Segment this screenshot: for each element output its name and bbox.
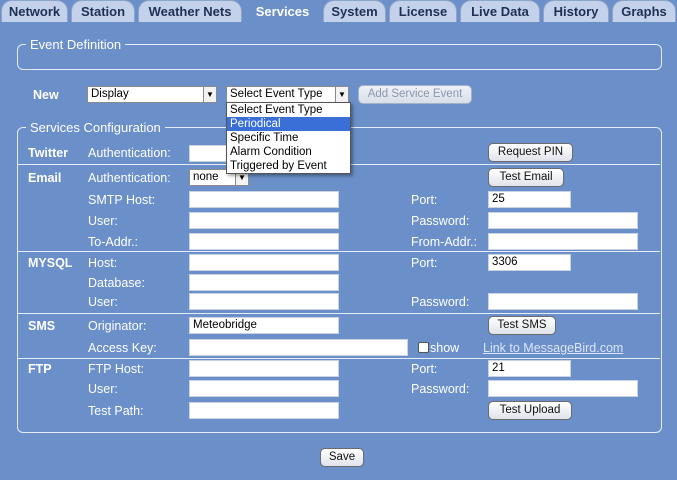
email-port-input[interactable]: 25 <box>488 191 571 208</box>
smtp-host-label: SMTP Host: <box>88 193 156 207</box>
event-type-dropdown-list: Select Event Type Periodical Specific Ti… <box>226 102 351 174</box>
ftp-host-label: FTP Host: <box>88 362 145 376</box>
add-service-event-button[interactable]: Add Service Event <box>358 85 472 104</box>
mysql-password-input[interactable] <box>488 293 638 310</box>
access-key-input[interactable] <box>189 339 408 356</box>
ftp-section-title: FTP <box>28 362 52 376</box>
mysql-password-label: Password: <box>411 295 470 309</box>
mysql-port-input[interactable]: 3306 <box>488 254 571 271</box>
mysql-port-label: Port: <box>411 256 438 270</box>
ftp-port-label: Port: <box>411 362 438 376</box>
event-type-select[interactable]: Select Event Type ▼ <box>226 86 349 103</box>
tab-graphs[interactable]: Graphs <box>612 0 676 22</box>
originator-input[interactable]: Meteobridge <box>189 317 339 334</box>
ftp-password-label: Password: <box>411 382 470 396</box>
event-type-select-value: Select Event Type <box>230 88 323 100</box>
mysql-host-input[interactable] <box>189 254 339 271</box>
tab-history[interactable]: History <box>543 0 609 22</box>
email-user-label: User: <box>88 214 118 228</box>
save-button[interactable]: Save <box>320 448 364 467</box>
test-path-input[interactable] <box>189 402 339 419</box>
chevron-down-icon: ▼ <box>335 87 348 102</box>
event-definition-legend: Event Definition <box>26 37 126 52</box>
display-select-value: Display <box>91 88 129 100</box>
ftp-host-input[interactable] <box>189 360 339 377</box>
display-select[interactable]: Display ▼ <box>87 86 217 103</box>
mysql-host-label: Host: <box>88 256 118 270</box>
test-upload-button[interactable]: Test Upload <box>488 401 572 420</box>
show-checkbox[interactable] <box>418 342 429 353</box>
services-configuration-legend: Services Configuration <box>26 120 165 135</box>
tab-weather-nets[interactable]: Weather Nets <box>138 0 242 22</box>
tab-live-data[interactable]: Live Data <box>460 0 540 22</box>
show-label: show <box>430 341 460 355</box>
sms-section-title: SMS <box>28 319 56 333</box>
dropdown-option-periodical[interactable]: Periodical <box>227 117 350 131</box>
divider <box>18 313 660 314</box>
dropdown-option-select-event-type[interactable]: Select Event Type <box>227 103 350 117</box>
mysql-section-title: MYSQL <box>28 256 73 270</box>
from-addr-label: From-Addr.: <box>411 235 477 249</box>
tab-bar: Network Station Weather Nets Services Sy… <box>0 0 677 22</box>
ftp-password-input[interactable] <box>488 380 638 397</box>
to-addr-input[interactable] <box>189 233 339 250</box>
ftp-user-label: User: <box>88 382 118 396</box>
event-definition-fieldset: Event Definition <box>17 37 662 70</box>
email-password-input[interactable] <box>488 212 638 229</box>
tab-network[interactable]: Network <box>1 0 68 22</box>
originator-label: Originator: <box>88 319 147 333</box>
email-section-title: Email <box>28 171 62 185</box>
chevron-down-icon: ▼ <box>203 87 216 102</box>
dropdown-option-alarm-condition[interactable]: Alarm Condition <box>227 145 350 159</box>
tab-system[interactable]: System <box>323 0 386 22</box>
email-user-input[interactable] <box>189 212 339 229</box>
email-port-label: Port: <box>411 193 438 207</box>
mysql-database-input[interactable] <box>189 274 339 291</box>
access-key-label: Access Key: <box>88 341 157 355</box>
dropdown-option-triggered-by-event[interactable]: Triggered by Event <box>227 159 350 173</box>
dropdown-option-specific-time[interactable]: Specific Time <box>227 131 350 145</box>
mysql-user-label: User: <box>88 295 118 309</box>
divider <box>18 358 660 359</box>
ftp-user-input[interactable] <box>189 380 339 397</box>
mysql-user-input[interactable] <box>189 293 339 310</box>
tab-license[interactable]: License <box>389 0 457 22</box>
tab-station[interactable]: Station <box>71 0 135 22</box>
from-addr-input[interactable] <box>488 233 638 250</box>
divider <box>18 251 660 252</box>
tab-services[interactable]: Services <box>245 0 320 22</box>
new-label: New <box>33 88 59 102</box>
test-sms-button[interactable]: Test SMS <box>488 316 556 335</box>
mysql-database-label: Database: <box>88 276 145 290</box>
smtp-host-input[interactable] <box>189 191 339 208</box>
test-path-label: Test Path: <box>88 404 144 418</box>
messagebird-link[interactable]: Link to MessageBird.com <box>483 340 623 356</box>
twitter-auth-label: Authentication: <box>88 146 171 160</box>
email-auth-label: Authentication: <box>88 171 171 185</box>
email-password-label: Password: <box>411 214 470 228</box>
request-pin-button[interactable]: Request PIN <box>488 143 573 162</box>
to-addr-label: To-Addr.: <box>88 235 139 249</box>
ftp-port-input[interactable]: 21 <box>488 360 571 377</box>
twitter-section-title: Twitter <box>28 146 69 160</box>
email-auth-select-value: none <box>193 171 219 183</box>
test-email-button[interactable]: Test Email <box>488 168 564 187</box>
